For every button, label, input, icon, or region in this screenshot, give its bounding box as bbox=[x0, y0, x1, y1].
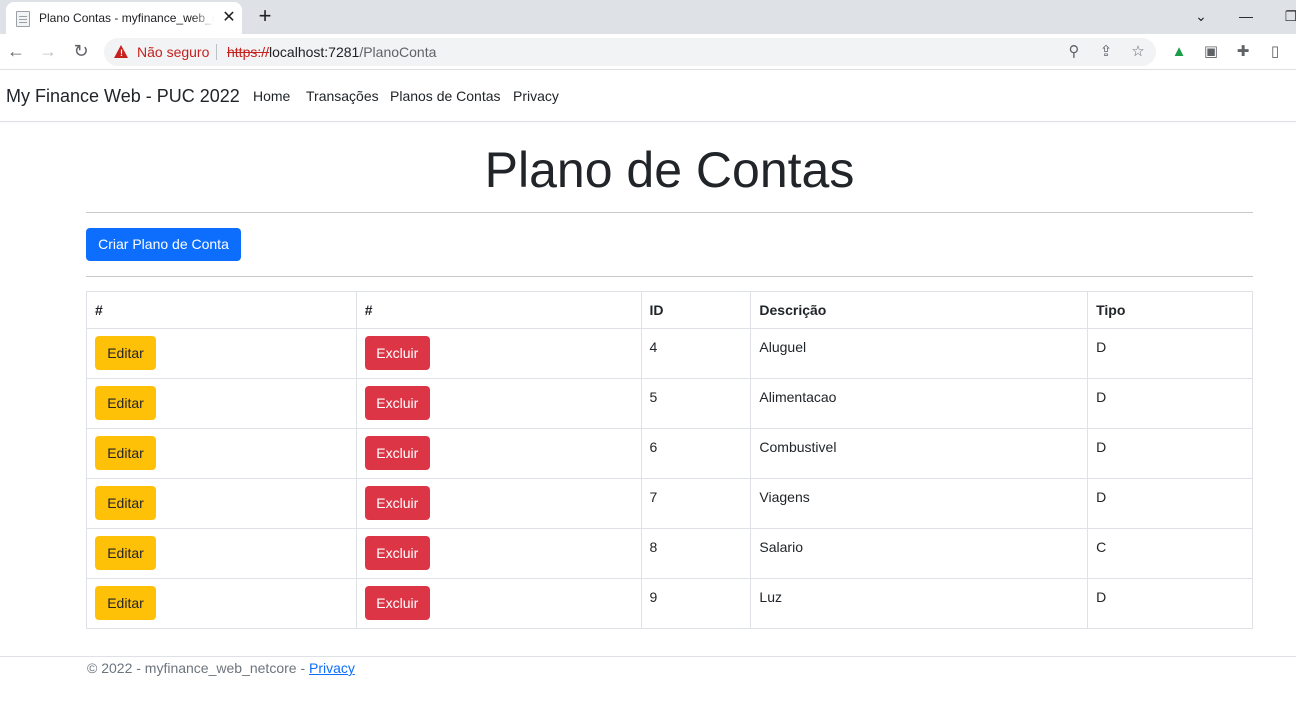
divider bbox=[86, 276, 1253, 277]
forward-arrow-icon[interactable]: → bbox=[36, 39, 60, 63]
nav-link-home[interactable]: Home bbox=[253, 88, 290, 104]
edit-cell: Editar bbox=[86, 378, 357, 429]
url-host: localhost:7281 bbox=[269, 44, 360, 60]
divider bbox=[86, 212, 1253, 213]
table-header-row: # # ID Descrição Tipo bbox=[86, 291, 1253, 329]
id-cell: 8 bbox=[640, 528, 752, 579]
id-cell: 6 bbox=[640, 428, 752, 479]
edit-button[interactable]: Editar bbox=[95, 336, 156, 370]
table-row: Editar Excluir 4 Aluguel D bbox=[86, 328, 1253, 379]
back-arrow-icon[interactable]: ← bbox=[4, 39, 28, 63]
brand-link[interactable]: My Finance Web - PUC 2022 bbox=[6, 86, 240, 107]
delete-button[interactable]: Excluir bbox=[364, 536, 430, 570]
tipo-cell: D bbox=[1087, 378, 1253, 429]
nav-link-transacoes[interactable]: Transações bbox=[306, 88, 379, 104]
column-header: # bbox=[355, 291, 642, 329]
edit-button[interactable]: Editar bbox=[95, 436, 156, 470]
url-scheme: https:// bbox=[227, 44, 270, 60]
delete-cell: Excluir bbox=[355, 428, 642, 479]
browser-tab-strip: Plano Contas - myfinance_web_netcore ✕ +… bbox=[0, 0, 1296, 34]
side-panel-icon[interactable]: ▯ bbox=[1265, 42, 1285, 62]
browser-toolbar: ← → ↻ ! Não seguro https://localhost:728… bbox=[0, 34, 1296, 70]
id-cell: 7 bbox=[640, 478, 752, 529]
tipo-cell: D bbox=[1087, 478, 1253, 529]
edit-cell: Editar bbox=[86, 578, 357, 629]
copyright-text: © 2022 - myfinance_web_netcore - bbox=[87, 660, 309, 676]
plano-contas-table: # # ID Descrição Tipo Editar Excluir 4 A… bbox=[86, 291, 1253, 629]
column-header: Descrição bbox=[750, 291, 1089, 329]
tipo-cell: D bbox=[1087, 328, 1253, 379]
page: My Finance Web - PUC 2022 Home Transaçõe… bbox=[0, 71, 1296, 704]
edit-cell: Editar bbox=[86, 528, 357, 579]
delete-cell: Excluir bbox=[355, 578, 642, 629]
footer-privacy-link[interactable]: Privacy bbox=[309, 660, 355, 676]
column-header: Tipo bbox=[1087, 291, 1253, 329]
table-row: Editar Excluir 8 Salario C bbox=[86, 528, 1253, 579]
tab-search-chevron-icon[interactable]: ⌄ bbox=[1190, 5, 1212, 27]
footer: © 2022 - myfinance_web_netcore - Privacy bbox=[0, 656, 1296, 704]
nav-link-privacy[interactable]: Privacy bbox=[513, 88, 559, 104]
tipo-cell: D bbox=[1087, 578, 1253, 629]
maximize-icon[interactable]: ❐ bbox=[1280, 5, 1296, 27]
delete-button[interactable]: Excluir bbox=[364, 586, 430, 620]
close-tab-icon[interactable]: ✕ bbox=[220, 9, 238, 27]
delete-cell: Excluir bbox=[355, 328, 642, 379]
column-header: ID bbox=[640, 291, 752, 329]
table-row: Editar Excluir 9 Luz D bbox=[86, 578, 1253, 629]
minimize-icon[interactable]: — bbox=[1235, 5, 1257, 27]
nav-link-planos-de-contas[interactable]: Planos de Contas bbox=[390, 88, 501, 104]
tipo-cell: C bbox=[1087, 528, 1253, 579]
edit-cell: Editar bbox=[86, 478, 357, 529]
edit-cell: Editar bbox=[86, 428, 357, 479]
descricao-cell: Viagens bbox=[750, 478, 1089, 529]
zoom-icon[interactable]: ⚲ bbox=[1064, 42, 1084, 62]
table-row: Editar Excluir 7 Viagens D bbox=[86, 478, 1253, 529]
divider bbox=[216, 44, 217, 60]
puzzle-icon[interactable]: ✚ bbox=[1233, 42, 1253, 62]
bookmark-star-icon[interactable]: ☆ bbox=[1128, 42, 1148, 62]
edit-cell: Editar bbox=[86, 328, 357, 379]
delete-cell: Excluir bbox=[355, 478, 642, 529]
descricao-cell: Combustivel bbox=[750, 428, 1089, 479]
browser-tab[interactable]: Plano Contas - myfinance_web_netcore ✕ bbox=[6, 2, 242, 34]
table-row: Editar Excluir 6 Combustivel D bbox=[86, 428, 1253, 479]
url-path: /PlanoConta bbox=[359, 44, 437, 60]
delete-button[interactable]: Excluir bbox=[364, 336, 430, 370]
edit-button[interactable]: Editar bbox=[95, 386, 156, 420]
tab-title: Plano Contas - myfinance_web_netcore bbox=[39, 11, 214, 27]
delete-cell: Excluir bbox=[355, 528, 642, 579]
column-header: # bbox=[86, 291, 357, 329]
edit-button[interactable]: Editar bbox=[95, 586, 156, 620]
app-navbar: My Finance Web - PUC 2022 Home Transaçõe… bbox=[0, 71, 1296, 122]
edit-button[interactable]: Editar bbox=[95, 536, 156, 570]
security-status[interactable]: Não seguro bbox=[137, 44, 209, 60]
google-drive-icon[interactable]: ▲ bbox=[1169, 42, 1189, 62]
edit-button[interactable]: Editar bbox=[95, 486, 156, 520]
share-icon[interactable]: ⇪ bbox=[1096, 42, 1116, 62]
address-bar[interactable]: ! Não seguro https://localhost:7281/Plan… bbox=[104, 38, 1156, 66]
descricao-cell: Aluguel bbox=[750, 328, 1089, 379]
id-cell: 4 bbox=[640, 328, 752, 379]
table-row: Editar Excluir 5 Alimentacao D bbox=[86, 378, 1253, 429]
warning-icon: ! bbox=[114, 45, 128, 58]
descricao-cell: Alimentacao bbox=[750, 378, 1089, 429]
reload-icon[interactable]: ↻ bbox=[69, 39, 93, 63]
delete-button[interactable]: Excluir bbox=[364, 436, 430, 470]
page-title: Plano de Contas bbox=[484, 142, 855, 198]
create-plano-button[interactable]: Criar Plano de Conta bbox=[86, 228, 241, 261]
url-text[interactable]: https://localhost:7281/PlanoConta bbox=[227, 44, 436, 60]
id-cell: 5 bbox=[640, 378, 752, 429]
footer-text: © 2022 - myfinance_web_netcore - Privacy bbox=[87, 660, 355, 676]
page-favicon-icon bbox=[16, 11, 30, 27]
delete-button[interactable]: Excluir bbox=[364, 386, 430, 420]
id-cell: 9 bbox=[640, 578, 752, 629]
extension-icon[interactable]: ▣ bbox=[1201, 42, 1221, 62]
delete-button[interactable]: Excluir bbox=[364, 486, 430, 520]
new-tab-icon[interactable]: + bbox=[254, 5, 276, 27]
descricao-cell: Salario bbox=[750, 528, 1089, 579]
tipo-cell: D bbox=[1087, 428, 1253, 479]
descricao-cell: Luz bbox=[750, 578, 1089, 629]
delete-cell: Excluir bbox=[355, 378, 642, 429]
